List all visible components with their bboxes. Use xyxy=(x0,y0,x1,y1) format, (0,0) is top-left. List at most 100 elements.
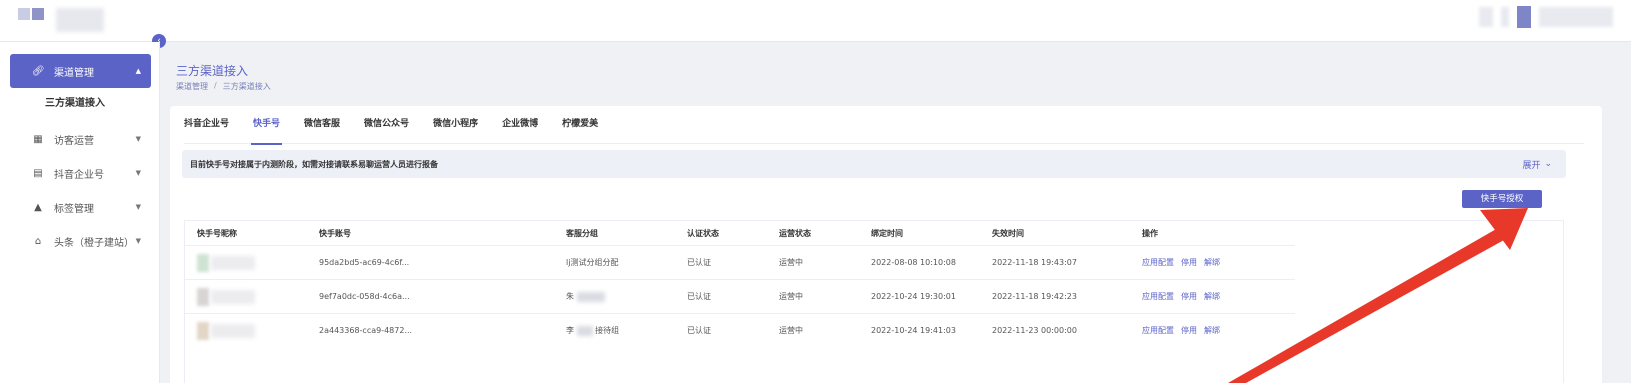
tab-weibo[interactable]: 企业微博 xyxy=(490,116,550,144)
row-actions: 应用配置 停用 解绑 xyxy=(1142,325,1220,336)
notice-text: 目前快手号对接属于内测阶段，如需对接请联系易聊运营人员进行报备 xyxy=(190,159,438,169)
blurred-block xyxy=(1479,7,1493,27)
sidebar-item-label: 抖音企业号 xyxy=(54,169,104,181)
home-icon: ⌂ xyxy=(34,235,42,247)
sidebar-item-channel[interactable]: 🔗︎ 渠道管理 ▲ xyxy=(10,54,151,88)
auth-status: 已认证 xyxy=(687,326,711,335)
unbind-link[interactable]: 解绑 xyxy=(1204,325,1220,336)
account-id: 95da2bd5-ac69-4c6f... xyxy=(319,258,410,267)
sidebar-item-label: 访客运营 xyxy=(54,135,94,147)
link-icon: 🔗︎ xyxy=(32,65,45,77)
chevron-down-icon: ▼ xyxy=(135,237,141,245)
row-actions: 应用配置 停用 解绑 xyxy=(1142,291,1220,302)
row-actions: 应用配置 停用 解绑 xyxy=(1142,257,1220,268)
nickname xyxy=(211,323,255,338)
bind-time: 2022-10-24 19:30:01 xyxy=(871,292,956,301)
nickname-blurred xyxy=(197,287,255,306)
operation-status: 运营中 xyxy=(779,258,803,267)
top-bar xyxy=(0,0,1631,42)
column-header: 运营状态 xyxy=(779,228,811,238)
expand-label: 展开 xyxy=(1522,160,1541,171)
bind-time: 2022-08-08 10:10:08 xyxy=(871,258,956,267)
app-config-link[interactable]: 应用配置 xyxy=(1142,257,1174,268)
account-id: 9ef7a0dc-058d-4c6a... xyxy=(319,292,410,301)
username-blurred xyxy=(1539,7,1613,27)
operation-status: 运营中 xyxy=(779,292,803,301)
tab-wechat-miniprogram[interactable]: 微信小程序 xyxy=(421,116,490,144)
logo-mark xyxy=(32,8,44,20)
unbind-link[interactable]: 解绑 xyxy=(1204,257,1220,268)
auth-status: 已认证 xyxy=(687,292,711,301)
column-header: 失效时间 xyxy=(992,228,1024,238)
accounts-table: 快手号昵称 快手账号 客服分组 认证状态 运营状态 绑定时间 失效时间 操作 9… xyxy=(184,220,1564,383)
nickname-blurred xyxy=(197,321,255,340)
column-header: 快手号昵称 xyxy=(197,228,237,238)
service-group: lj测试分组分配 xyxy=(566,258,619,267)
chevron-down-icon: ▼ xyxy=(135,203,141,211)
nickname-blurred xyxy=(197,253,255,272)
expand-button[interactable]: 展开 ⌄ xyxy=(1522,158,1552,171)
tab-douyin[interactable]: 抖音企业号 xyxy=(184,116,241,144)
logo[interactable] xyxy=(18,8,104,32)
expire-time: 2022-11-18 19:42:23 xyxy=(992,292,1077,301)
breadcrumb-separator: / xyxy=(214,81,217,90)
sidebar-item-visitor[interactable]: ▦ 访客运营 ▼ xyxy=(10,122,151,156)
breadcrumb-item: 三方渠道接入 xyxy=(222,82,271,91)
tab-kuaishou[interactable]: 快手号 xyxy=(241,116,292,145)
page-title: 三方渠道接入 xyxy=(176,64,249,78)
sidebar-item-label: 标签管理 xyxy=(54,203,94,215)
sidebar-item-tags[interactable]: ▲ 标签管理 ▼ xyxy=(10,190,151,224)
app-config-link[interactable]: 应用配置 xyxy=(1142,291,1174,302)
expire-time: 2022-11-18 19:43:07 xyxy=(992,258,1077,267)
tab-lemon[interactable]: 柠檬爱美 xyxy=(550,116,610,144)
column-header: 客服分组 xyxy=(566,228,598,238)
table-row: 95da2bd5-ac69-4c6f... lj测试分组分配 已认证 运营中 2… xyxy=(185,245,1295,279)
sidebar-item-toutiao[interactable]: ⌂ 头条（橙子建站） ▼ xyxy=(10,224,151,258)
operation-status: 运营中 xyxy=(779,326,803,335)
nickname xyxy=(211,289,255,304)
blurred-text xyxy=(576,291,605,302)
disable-link[interactable]: 停用 xyxy=(1181,257,1197,268)
service-group: 李 接待组 xyxy=(566,325,619,336)
disable-link[interactable]: 停用 xyxy=(1181,325,1197,336)
sidebar-item-label: 头条（橙子建站） xyxy=(54,237,134,249)
sidebar-item-douyin[interactable]: ▤ 抖音企业号 ▼ xyxy=(10,156,151,190)
logo-mark xyxy=(18,8,30,20)
table-row: 2a443368-cca9-4872... 李 接待组 已认证 运营中 2022… xyxy=(185,313,1295,347)
breadcrumb-item[interactable]: 渠道管理 xyxy=(176,81,208,92)
channel-tabs: 抖音企业号 快手号 微信客服 微信公众号 微信小程序 企业微博 柠檬爱美 xyxy=(184,116,1584,145)
kuaishou-authorize-button[interactable]: 快手号授权 xyxy=(1462,190,1542,208)
sidebar-subitem-third-party[interactable]: 三方渠道接入 xyxy=(0,88,159,114)
expire-time: 2022-11-23 00:00:00 xyxy=(992,326,1077,335)
sidebar: 🔗︎ 渠道管理 ▲ 三方渠道接入 ▦ 访客运营 ▼ ▤ 抖音企业号 ▼ ▲ 标签… xyxy=(0,42,160,383)
nickname xyxy=(211,255,255,270)
service-group-text: 李 xyxy=(566,326,574,335)
disable-link[interactable]: 停用 xyxy=(1181,291,1197,302)
logo-text-blurred xyxy=(56,8,104,32)
service-group-text: 朱 xyxy=(566,292,574,301)
service-group: 朱 xyxy=(566,291,605,302)
table-header: 快手号昵称 快手账号 客服分组 认证状态 运营状态 绑定时间 失效时间 操作 xyxy=(185,221,1295,245)
user-area[interactable] xyxy=(1479,6,1613,28)
tab-wechat-official[interactable]: 微信公众号 xyxy=(352,116,421,144)
column-header: 认证状态 xyxy=(687,228,719,238)
blurred-block xyxy=(1501,7,1509,27)
table-row: 9ef7a0dc-058d-4c6a... 朱 已认证 运营中 2022-10-… xyxy=(185,279,1295,313)
app-config-link[interactable]: 应用配置 xyxy=(1142,325,1174,336)
avatar xyxy=(197,253,209,272)
column-header: 操作 xyxy=(1142,228,1158,238)
unbind-link[interactable]: 解绑 xyxy=(1204,291,1220,302)
chevron-down-icon: ▼ xyxy=(135,135,141,143)
chevron-down-icon: ⌄ xyxy=(1544,159,1552,169)
content-card: 抖音企业号 快手号 微信客服 微信公众号 微信小程序 企业微博 柠檬爱美 目前快… xyxy=(170,106,1602,383)
bind-time: 2022-10-24 19:41:03 xyxy=(871,326,956,335)
chat-icon: ▤ xyxy=(33,167,43,179)
tab-wechat-service[interactable]: 微信客服 xyxy=(292,116,352,144)
column-header: 绑定时间 xyxy=(871,228,903,238)
avatar[interactable] xyxy=(1517,6,1531,28)
chevron-down-icon: ▼ xyxy=(135,169,141,177)
avatar xyxy=(197,287,209,306)
sidebar-item-label: 渠道管理 xyxy=(54,67,94,79)
account-id: 2a443368-cca9-4872... xyxy=(319,326,413,335)
notice-bar: 目前快手号对接属于内测阶段，如需对接请联系易聊运营人员进行报备 展开 ⌄ xyxy=(182,150,1566,178)
